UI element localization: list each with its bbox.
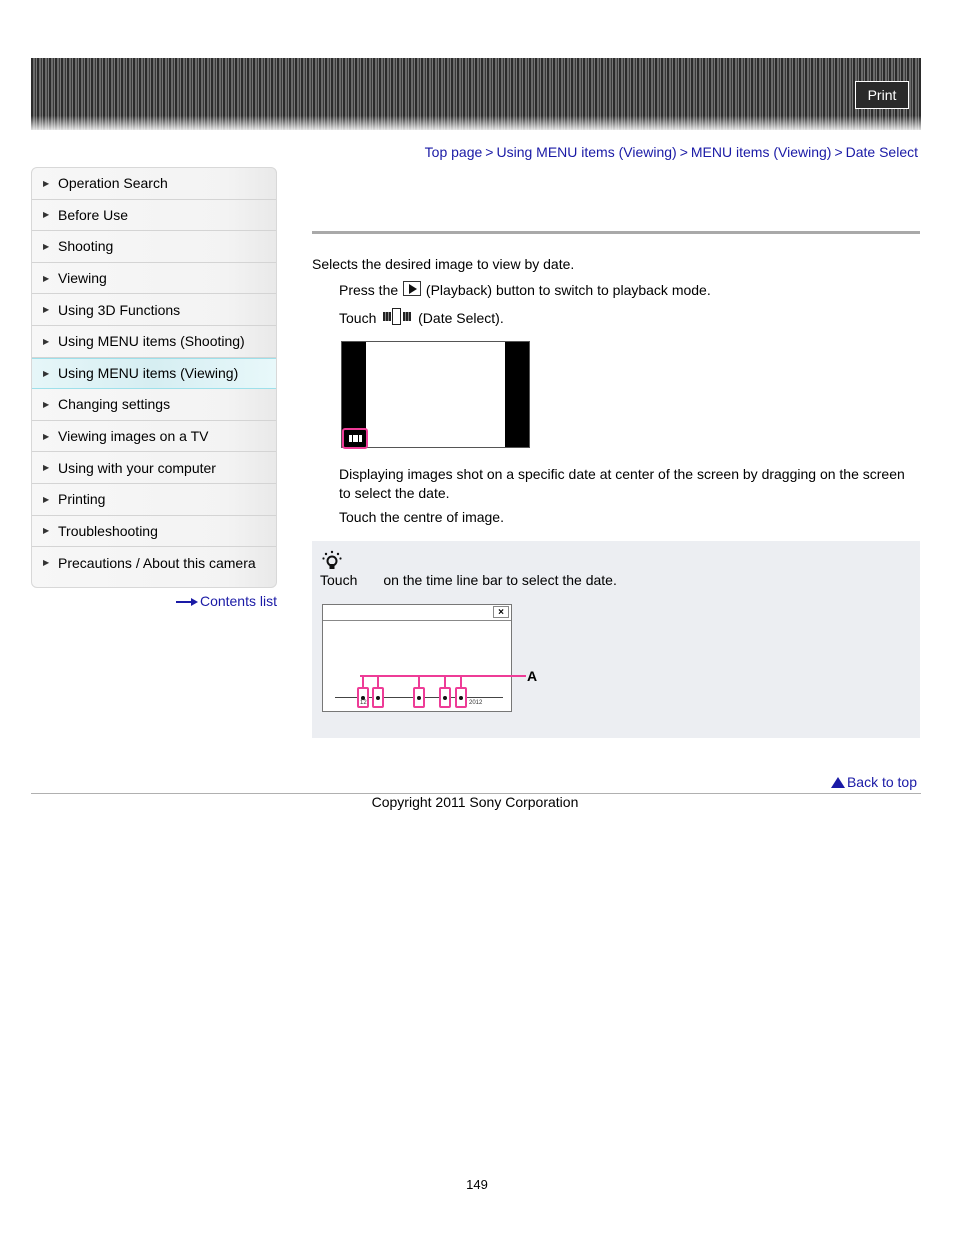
sidebar-item-before-use[interactable]: ▶ Before Use [32, 200, 276, 232]
triangle-right-icon: ▶ [43, 431, 50, 441]
back-to-top-label: Back to top [846, 774, 917, 790]
breadcrumb: Top page > Using MENU items (Viewing) > MENU… [425, 144, 918, 160]
date-select-icon [349, 435, 362, 442]
breadcrumb-separator: > [485, 144, 494, 160]
callout-connector [460, 675, 462, 687]
timeline-marker [372, 687, 384, 708]
step-1-text-after: (Playback) button to switch to playback … [425, 282, 711, 298]
sidebar-item-label: Troubleshooting [58, 522, 158, 539]
sidebar-item-label: Before Use [58, 206, 129, 223]
sidebar-item-label: Precautions / About this camera [58, 554, 256, 571]
sidebar-item-label: Viewing [58, 270, 107, 287]
step-3: Touch the centre of image. [339, 509, 504, 525]
sidebar-item-label: Operation Search [58, 175, 168, 192]
sidebar-item-viewing[interactable]: ▶ Viewing [32, 263, 276, 295]
arrow-right-icon [175, 598, 198, 607]
step-1: Press the (Playback) button to switch to… [339, 281, 711, 298]
triangle-right-icon: ▶ [43, 241, 50, 251]
triangle-up-icon [830, 777, 845, 788]
date-select-highlight [342, 428, 368, 449]
hint-text-before: Touch [320, 572, 358, 588]
sidebar-item-label: Using with your computer [58, 459, 216, 476]
step-2-text-before: Touch [339, 310, 377, 326]
print-button[interactable]: Print [855, 81, 909, 109]
copyright-text: Copyright 2011 Sony Corporation [371, 794, 579, 810]
triangle-right-icon: ▶ [43, 463, 50, 473]
callout-connector [444, 675, 446, 687]
sidebar-item-label: Printing [58, 491, 106, 508]
breadcrumb-date-select[interactable]: Date Select [846, 144, 918, 160]
sidebar-item-label: Viewing images on a TV [58, 428, 209, 445]
date-select-icon [382, 308, 412, 326]
sidebar-item-menu-shooting[interactable]: ▶ Using MENU items (Shooting) [32, 326, 276, 358]
sidebar-item-computer[interactable]: ▶ Using with your computer [32, 452, 276, 484]
triangle-right-icon: ▶ [43, 399, 50, 409]
hint-text: Touch on the time line bar to select the … [320, 572, 617, 588]
sidebar-item-label: Changing settings [58, 396, 171, 413]
sidebar-item-precautions[interactable]: ▶ Precautions / About this camera [32, 547, 276, 579]
timeline-label-month: 12 [360, 700, 367, 706]
triangle-right-icon: ▶ [43, 558, 50, 568]
step-2-text-after: (Date Select). [418, 310, 504, 326]
contents-list-label: Contents list [199, 593, 277, 609]
timeline-screen-illustration: × 12 2012 [322, 604, 512, 712]
screen-top-bar: × [323, 605, 511, 621]
breadcrumb-menu-items-viewing[interactable]: MENU items (Viewing) [691, 144, 832, 160]
contents-list-link[interactable]: Contents list [175, 593, 277, 609]
callout-connector [362, 675, 364, 687]
back-to-top-link[interactable]: Back to top [830, 774, 917, 790]
triangle-right-icon: ▶ [43, 494, 50, 504]
callout-connector [418, 675, 420, 687]
hint-text-after: on the time line bar to select the date. [383, 572, 617, 588]
timeline-marker [455, 687, 467, 708]
sidebar-item-changing-settings[interactable]: ▶ Changing settings [32, 389, 276, 421]
breadcrumb-separator: > [679, 144, 688, 160]
hint-box: Touch on the time line bar to select the … [312, 541, 920, 738]
sidebar-item-3d-functions[interactable]: ▶ Using 3D Functions [32, 294, 276, 326]
close-icon: × [493, 606, 509, 618]
header-banner: Print [31, 58, 921, 130]
sidebar-item-operation-search[interactable]: ▶ Operation Search [32, 168, 276, 200]
description-text: Displaying images shot on a specific dat… [339, 466, 905, 501]
triangle-right-icon: ▶ [43, 336, 50, 346]
triangle-right-icon: ▶ [43, 178, 50, 188]
sidebar-item-label: Shooting [58, 238, 114, 255]
sidebar-item-printing[interactable]: ▶ Printing [32, 484, 276, 516]
screen-right-bar [505, 342, 529, 447]
sidebar-item-label: Using MENU items (Shooting) [58, 333, 245, 350]
breadcrumb-using-menu-viewing[interactable]: Using MENU items (Viewing) [496, 144, 676, 160]
step-1-text-before: Press the [339, 282, 399, 298]
callout-connector [377, 675, 379, 687]
timeline-marker [439, 687, 451, 708]
callout-label-a: A [527, 668, 538, 684]
triangle-right-icon: ▶ [43, 273, 50, 283]
title-divider [312, 231, 920, 234]
breadcrumb-top-page[interactable]: Top page [425, 144, 483, 160]
playback-icon [403, 281, 422, 296]
sidebar-item-viewing-tv[interactable]: ▶ Viewing images on a TV [32, 421, 276, 453]
sidebar-item-troubleshooting[interactable]: ▶ Troubleshooting [32, 516, 276, 548]
triangle-right-icon: ▶ [43, 210, 50, 220]
sidebar-item-label: Using 3D Functions [58, 301, 181, 318]
lightbulb-hint-icon [322, 550, 342, 569]
sidebar-item-label: Using MENU items (Viewing) [58, 365, 239, 382]
triangle-right-icon: ▶ [43, 368, 50, 378]
step-2: Touch (Date Select). [339, 308, 504, 326]
sidebar-nav: ▶ Operation Search ▶ Before Use ▶ Shooting … [31, 167, 277, 588]
page-number: 149 [466, 1177, 488, 1192]
breadcrumb-separator: > [834, 144, 843, 160]
intro-text: Selects the desired image to view by dat… [312, 256, 575, 272]
triangle-right-icon: ▶ [43, 526, 50, 536]
timeline-label-year: 2012 [469, 700, 483, 706]
callout-line [360, 675, 526, 677]
camera-screen-illustration [341, 341, 530, 449]
triangle-right-icon: ▶ [43, 305, 50, 315]
sidebar-item-shooting[interactable]: ▶ Shooting [32, 231, 276, 263]
sidebar-item-menu-viewing[interactable]: ▶ Using MENU items (Viewing) [32, 357, 276, 390]
timeline-marker [413, 687, 425, 708]
